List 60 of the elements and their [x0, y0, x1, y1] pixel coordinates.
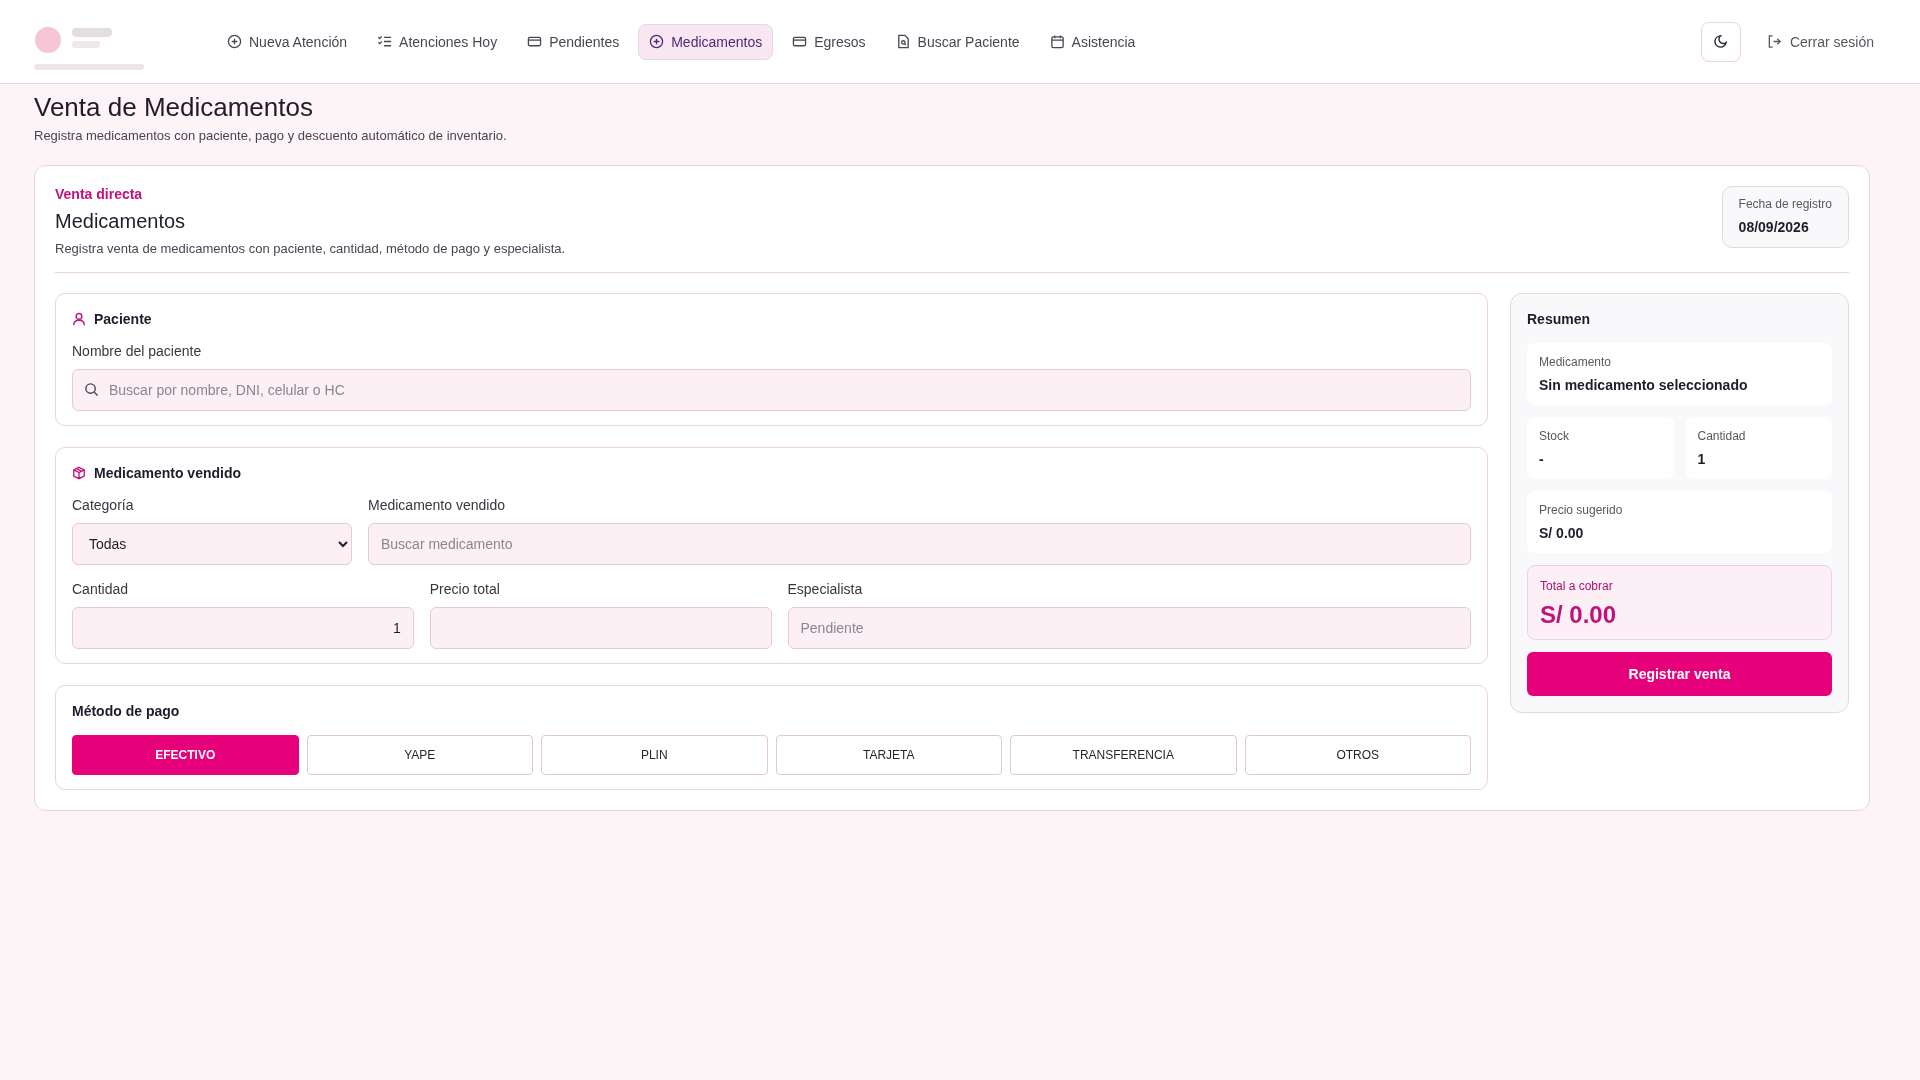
medication-search-field[interactable]: Buscar medicamento: [368, 523, 1471, 565]
register-sale-button[interactable]: Registrar venta: [1527, 652, 1832, 696]
summary-label: Cantidad: [1697, 429, 1747, 443]
total-amount: S/ 0.00: [1540, 601, 1618, 629]
summary-value: -: [1539, 451, 1545, 467]
card-icon: [792, 34, 808, 49]
section-title: Medicamento vendido: [94, 465, 242, 481]
payment-option[interactable]: OTROS: [1244, 735, 1471, 775]
theme-toggle-button[interactable]: [1700, 21, 1741, 62]
card-description: Registra venta de medicamentos con paciente, cantidad, método de pago y especialista.: [55, 241, 566, 256]
total-label: Total a cobrar: [1540, 579, 1614, 593]
field-label: Categoría: [72, 497, 135, 513]
payment-option[interactable]: PLIN: [541, 735, 768, 775]
calendar-icon: [1049, 34, 1065, 49]
field-label: Especialista: [787, 581, 864, 597]
card-icon: [527, 34, 543, 49]
person-icon: [72, 312, 86, 326]
box-icon: [72, 466, 86, 480]
field-label: Cantidad: [72, 581, 130, 597]
quantity-field[interactable]: 1: [72, 607, 414, 649]
eyebrow-label: Venta directa: [55, 186, 144, 202]
price-field[interactable]: [429, 607, 772, 649]
payment-option[interactable]: TRANSFERENCIA: [1010, 735, 1237, 775]
section-title: Método de pago: [72, 703, 180, 719]
date-label: Fecha de registro: [1738, 197, 1832, 211]
nav-tab[interactable]: Nueva Atención: [216, 23, 359, 60]
page-title: Venta de Medicamentos: [34, 92, 314, 122]
summary-label: Precio sugerido: [1539, 503, 1624, 517]
page-subtitle: Registra medicamentos con paciente, pago y descuento automático de inventario.: [34, 128, 508, 143]
moon-icon: [1713, 34, 1729, 49]
nav-tab[interactable]: Pendientes: [516, 23, 631, 60]
payment-option[interactable]: TARJETA: [775, 735, 1002, 775]
field-label: Nombre del paciente: [72, 343, 203, 359]
field-label: Medicamento vendido: [368, 497, 506, 513]
category-select[interactable]: Todas: [72, 523, 352, 565]
section-title: Resumen: [1527, 311, 1591, 327]
logout-button[interactable]: Cerrar sesión: [1760, 32, 1880, 51]
nav-tab[interactable]: Medicamentos: [638, 23, 774, 60]
document-search-icon: [895, 34, 911, 49]
nav-tab[interactable]: Atenciones Hoy: [366, 23, 509, 60]
nav-tab[interactable]: Asistencia: [1038, 23, 1147, 60]
plus-circle-icon: [649, 34, 665, 49]
logout-icon: [1766, 34, 1782, 49]
checklist-icon: [377, 34, 393, 49]
plus-circle-icon: [227, 34, 242, 49]
nav-tab[interactable]: Egresos: [781, 23, 877, 60]
nav-tab[interactable]: Buscar Paciente: [884, 23, 1031, 60]
payment-option[interactable]: YAPE: [306, 735, 533, 775]
section-title: Paciente: [94, 311, 152, 327]
summary-value: S/ 0.00: [1539, 525, 1585, 541]
date-value: 08/09/2026: [1738, 219, 1810, 235]
search-field[interactable]: Buscar por nombre, DNI, celular o HC: [72, 369, 1471, 411]
specialist-field[interactable]: Pendiente: [787, 607, 1471, 649]
summary-label: Stock: [1539, 429, 1570, 443]
summary-value: 1: [1697, 451, 1707, 467]
field-label: Precio total: [429, 581, 501, 597]
summary-label: Medicamento: [1539, 355, 1613, 369]
card-title: Medicamentos: [55, 210, 187, 233]
summary-value: Sin medicamento seleccionado: [1539, 377, 1749, 393]
payment-option[interactable]: EFECTIVO: [72, 735, 299, 775]
